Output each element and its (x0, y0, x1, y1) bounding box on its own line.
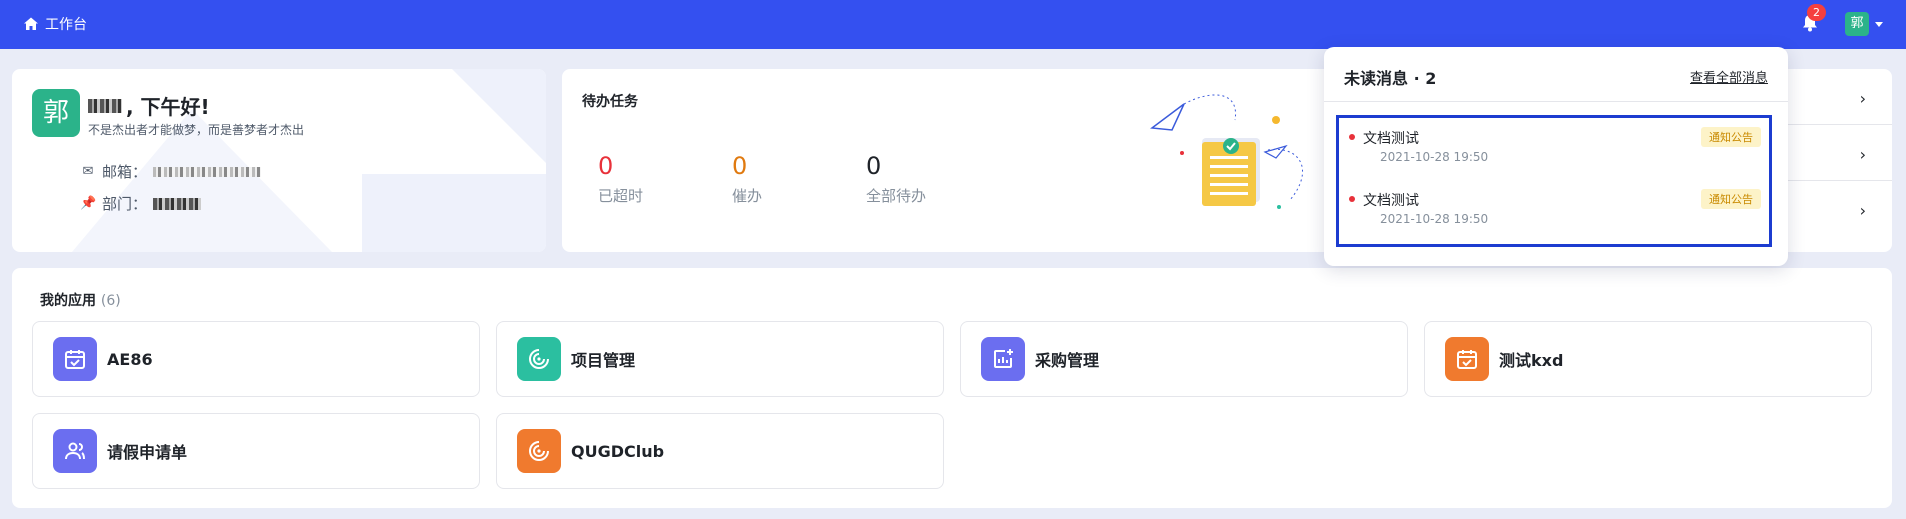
top-navigation-bar: 工作台 2 郭 (0, 0, 1906, 49)
app-name: 项目管理 (571, 351, 636, 370)
quick-link-row[interactable]: › (1775, 125, 1892, 181)
user-menu[interactable]: 郭 (1845, 12, 1883, 36)
view-all-messages-link[interactable]: 查看全部消息 (1690, 67, 1768, 86)
notification-time: 2021-10-28 19:50 (1380, 150, 1489, 164)
quick-link-row[interactable]: › (1775, 69, 1892, 125)
unread-dot (1349, 196, 1355, 202)
stat-overdue[interactable]: 0 已超时 (598, 151, 643, 206)
notification-count-badge: 2 (1807, 4, 1826, 21)
email-row: ✉ 邮箱： (80, 161, 262, 182)
app-tile-leave-request[interactable]: 请假申请单 (32, 413, 480, 489)
stat-overdue-value: 0 (598, 152, 614, 180)
stat-urge-label: 催办 (732, 187, 763, 205)
notification-title: 文档测试 (1363, 193, 1419, 209)
chevron-right-icon: › (1859, 89, 1866, 108)
greeting-heading: , 下午好! (88, 91, 210, 120)
app-name: 采购管理 (1035, 351, 1100, 370)
redacted-department (153, 197, 202, 210)
notification-tag: 通知公告 (1701, 189, 1761, 209)
radar-icon (517, 337, 561, 381)
stat-all-todo[interactable]: 0 全部待办 (866, 151, 926, 206)
app-name: 请假申请单 (107, 443, 188, 462)
app-tile-test-kxd[interactable]: 测试kxd (1424, 321, 1872, 397)
mail-icon: ✉ (82, 164, 94, 179)
app-tile-ae86[interactable]: AE86 (32, 321, 480, 397)
todo-title: 待办任务 (582, 94, 638, 110)
notification-list: 文档测试 2021-10-28 19:50 通知公告 文档测试 2021-10-… (1336, 115, 1772, 247)
apps-title: 我的应用 (6) (40, 290, 121, 310)
pin-icon: 📌 (80, 196, 97, 211)
home-icon (24, 17, 38, 30)
quick-links-list: › › › (1775, 69, 1892, 252)
calendar-icon (53, 337, 97, 381)
popover-header: 未读消息 · 2 查看全部消息 (1324, 47, 1788, 102)
popover-title: 未读消息 · 2 (1344, 69, 1437, 88)
chevron-right-icon: › (1859, 201, 1866, 220)
radar-icon (517, 429, 561, 473)
chart-add-icon (981, 337, 1025, 381)
app-tile-project-management[interactable]: 项目管理 (496, 321, 944, 397)
notification-tag: 通知公告 (1701, 127, 1761, 147)
motto-text: 不是杰出者才能做梦，而是善梦者才杰出 (88, 123, 305, 137)
app-tile-procurement[interactable]: 采购管理 (960, 321, 1408, 397)
email-label: 邮箱： (102, 163, 148, 181)
stat-overdue-label: 已超时 (598, 187, 644, 205)
notification-title: 文档测试 (1363, 131, 1419, 147)
home-label: 工作台 (45, 17, 87, 33)
app-name: QUGDClub (571, 441, 665, 461)
greeting-text: , 下午好! (126, 95, 210, 119)
my-apps-card: 我的应用 (6) AE86 项目管理 采购管理 测试kxd 请假申请单 QUGD… (12, 268, 1892, 508)
stat-all-todo-label: 全部待办 (866, 187, 927, 205)
profile-avatar: 郭 (32, 89, 80, 137)
chevron-down-icon (1875, 21, 1883, 27)
app-name: 测试kxd (1499, 351, 1564, 370)
users-icon (53, 429, 97, 473)
todo-illustration (1150, 94, 1304, 209)
apps-title-text: 我的应用 (40, 293, 96, 309)
redacted-username (88, 98, 122, 113)
notification-time: 2021-10-28 19:50 (1380, 212, 1489, 226)
calendar-icon (1445, 337, 1489, 381)
app-tile-qugdclub[interactable]: QUGDClub (496, 413, 944, 489)
quick-link-row[interactable]: › (1775, 181, 1892, 237)
department-label: 部门： (102, 195, 148, 213)
notification-item[interactable]: 文档测试 2021-10-28 19:50 通知公告 (1339, 180, 1769, 230)
stat-urge-value: 0 (732, 152, 748, 180)
stat-all-todo-value: 0 (866, 152, 882, 180)
redacted-email (153, 166, 262, 177)
profile-card: 郭 , 下午好! 不是杰出者才能做梦，而是善梦者才杰出 ✉ 邮箱： 📌 部门： (12, 69, 546, 252)
apps-count: (6) (100, 293, 121, 309)
unread-dot (1349, 134, 1355, 140)
notification-item[interactable]: 文档测试 2021-10-28 19:50 通知公告 (1339, 118, 1769, 168)
home-workbench-link[interactable]: 工作台 (23, 14, 87, 34)
notifications-popover: 未读消息 · 2 查看全部消息 文档测试 2021-10-28 19:50 通知… (1324, 47, 1788, 266)
app-name: AE86 (107, 349, 153, 369)
department-row: 📌 部门： (80, 193, 202, 214)
stat-urge[interactable]: 0 催办 (732, 151, 762, 206)
user-avatar: 郭 (1845, 12, 1869, 36)
chevron-right-icon: › (1859, 145, 1866, 164)
